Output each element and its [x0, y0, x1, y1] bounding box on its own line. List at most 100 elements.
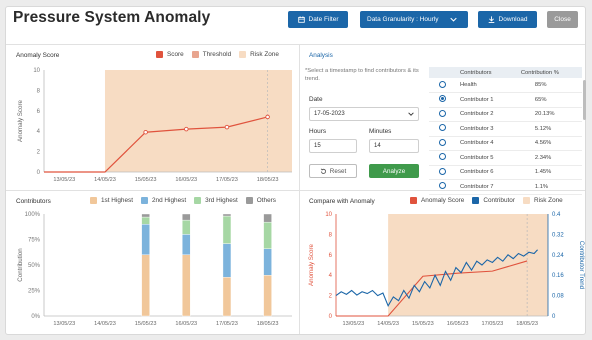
x-tick-label: 17/05/23 [216, 177, 238, 183]
contributor-name: Contributor 3 [451, 121, 517, 137]
minutes-input[interactable]: 14 [369, 139, 419, 153]
bar-segment-second [182, 234, 191, 256]
row-radio[interactable] [439, 167, 446, 175]
x-tick-label: 14/05/23 [94, 177, 116, 183]
row-radio[interactable] [439, 109, 446, 117]
download-label: Download [498, 16, 528, 23]
x-tick-label: 15/05/23 [135, 321, 157, 327]
anomaly-score-chart: 0 2 4 6 8 10 13/05/23 14/05/23 15/05/23 16/05/23 1… [17, 68, 292, 183]
table-header-radio [429, 67, 451, 78]
reset-button[interactable]: Reset [309, 164, 357, 178]
row-radio[interactable] [439, 182, 446, 190]
row-radio-cell[interactable] [429, 107, 451, 122]
bar-segment-second [263, 248, 272, 276]
compare-chart: 0 2 4 6 8 10 0 0.08 0.16 0.24 0.32 0.4 13/05/23 14/05… [308, 212, 585, 327]
y-tick-label: 2 [329, 294, 333, 300]
contributor-name: Contributor 6 [451, 165, 517, 180]
table-row[interactable]: Contributor 5 2.34% [429, 150, 582, 166]
x-tick-label: 14/05/23 [377, 321, 399, 327]
close-button[interactable]: Close [547, 11, 578, 28]
date-filter-label: Date Filter [308, 16, 339, 23]
granularity-dropdown[interactable]: Data Granularity : Hourly [360, 11, 468, 28]
contribution-pct: 85% [516, 78, 582, 93]
contributor-name: Contributor 5 [451, 150, 517, 166]
x-tick-label: 18/05/23 [257, 321, 279, 327]
y-tick-label: 4 [37, 129, 41, 135]
y-axis-title: Anomaly Score [17, 99, 24, 142]
tab-analysis[interactable]: Analysis [309, 52, 333, 59]
minutes-value: 14 [374, 143, 381, 149]
x-tick-label: 18/05/23 [257, 177, 279, 183]
x-tick-label: 13/05/23 [53, 177, 75, 183]
row-radio-cell[interactable] [429, 121, 451, 137]
hours-label: Hours [309, 128, 327, 135]
row-radio[interactable] [439, 153, 446, 161]
y2-tick-label: 0.08 [552, 294, 564, 300]
bar-segment-third [263, 221, 272, 249]
y-tick-label: 8 [37, 88, 41, 94]
y-tick-label: 0 [329, 314, 333, 320]
analyze-label: Analyze [382, 167, 406, 175]
table-row[interactable]: Health 85% [429, 78, 582, 93]
row-radio-cell[interactable] [429, 150, 451, 166]
x-tick-label: 14/05/23 [94, 321, 116, 327]
row-radio-cell[interactable] [429, 92, 451, 108]
y2-tick-label: 0.4 [552, 212, 561, 218]
x-tick-label: 15/05/23 [412, 321, 434, 327]
score-point [143, 129, 148, 135]
score-point [224, 124, 230, 130]
download-button[interactable]: Download [478, 11, 537, 28]
hours-input[interactable]: 15 [309, 139, 357, 153]
y2-tick-label: 0.32 [552, 232, 564, 238]
chevron-down-icon [408, 112, 414, 116]
row-radio[interactable] [439, 124, 446, 132]
table-header-row: Contributors Contribution % [429, 67, 582, 78]
chevron-down-icon [450, 17, 457, 22]
contributor-name: Contributor 4 [451, 136, 517, 151]
table-row[interactable]: Contributor 6 1.45% [429, 165, 582, 180]
table-row[interactable]: Contributor 3 5.12% [429, 121, 582, 137]
contributors-chart: 0% 25% 50% 75% 100% 13/05/23 14/05/23 15/05/23 1… [17, 212, 292, 327]
row-radio[interactable] [439, 138, 446, 146]
row-radio-cell[interactable] [429, 165, 451, 180]
bar-segment-third [182, 219, 191, 235]
analyze-button[interactable]: Analyze [369, 164, 419, 178]
table-row[interactable]: Contributor 4 4.56% [429, 136, 582, 151]
table-header-contribution: Contribution % [516, 67, 582, 78]
y-tick-label: 25% [28, 289, 41, 295]
x-tick-label: 16/05/23 [175, 321, 197, 327]
x-tick-label: 13/05/23 [53, 321, 75, 327]
x-tick-label: 17/05/23 [216, 321, 238, 327]
x-tick-label: 16/05/23 [447, 321, 469, 327]
y-tick-label: 2 [37, 150, 41, 156]
y2-tick-label: 0 [552, 314, 556, 320]
score-point [265, 114, 270, 120]
y-tick-label: 6 [329, 253, 333, 259]
bar-segment-second [222, 243, 232, 278]
y-tick-label: 0 [37, 170, 41, 176]
close-label: Close [554, 16, 571, 23]
x-tick-label: 18/05/23 [516, 321, 538, 327]
bar-segment-first [182, 254, 191, 317]
contribution-pct: 65% [516, 92, 582, 108]
table-scrollbar[interactable] [583, 80, 586, 120]
bar-segment-first [222, 277, 232, 317]
row-radio[interactable] [439, 95, 446, 103]
row-radio-cell[interactable] [429, 136, 451, 151]
row-radio[interactable] [439, 80, 446, 88]
x-tick-label: 17/05/23 [482, 321, 504, 327]
contributor-name: Contributor 2 [451, 107, 517, 122]
contribution-pct: 1.45% [516, 165, 582, 180]
table-row[interactable]: Contributor 2 20.13% [429, 107, 582, 122]
bar-segment-third [141, 216, 150, 225]
contribution-pct: 4.56% [516, 136, 582, 151]
score-point [184, 126, 189, 132]
date-select[interactable]: 17-05-2023 [309, 107, 419, 121]
contributors-table: Contributors Contribution % Health 85% Con… [429, 67, 582, 195]
y-axis-title: Contribution [17, 248, 24, 282]
x-tick-label: 16/05/23 [175, 177, 197, 183]
bar-segment-others [141, 213, 150, 218]
y-tick-label: 0% [31, 314, 40, 320]
row-radio-cell[interactable] [429, 78, 451, 93]
table-row[interactable]: Contributor 1 65% [429, 92, 582, 108]
